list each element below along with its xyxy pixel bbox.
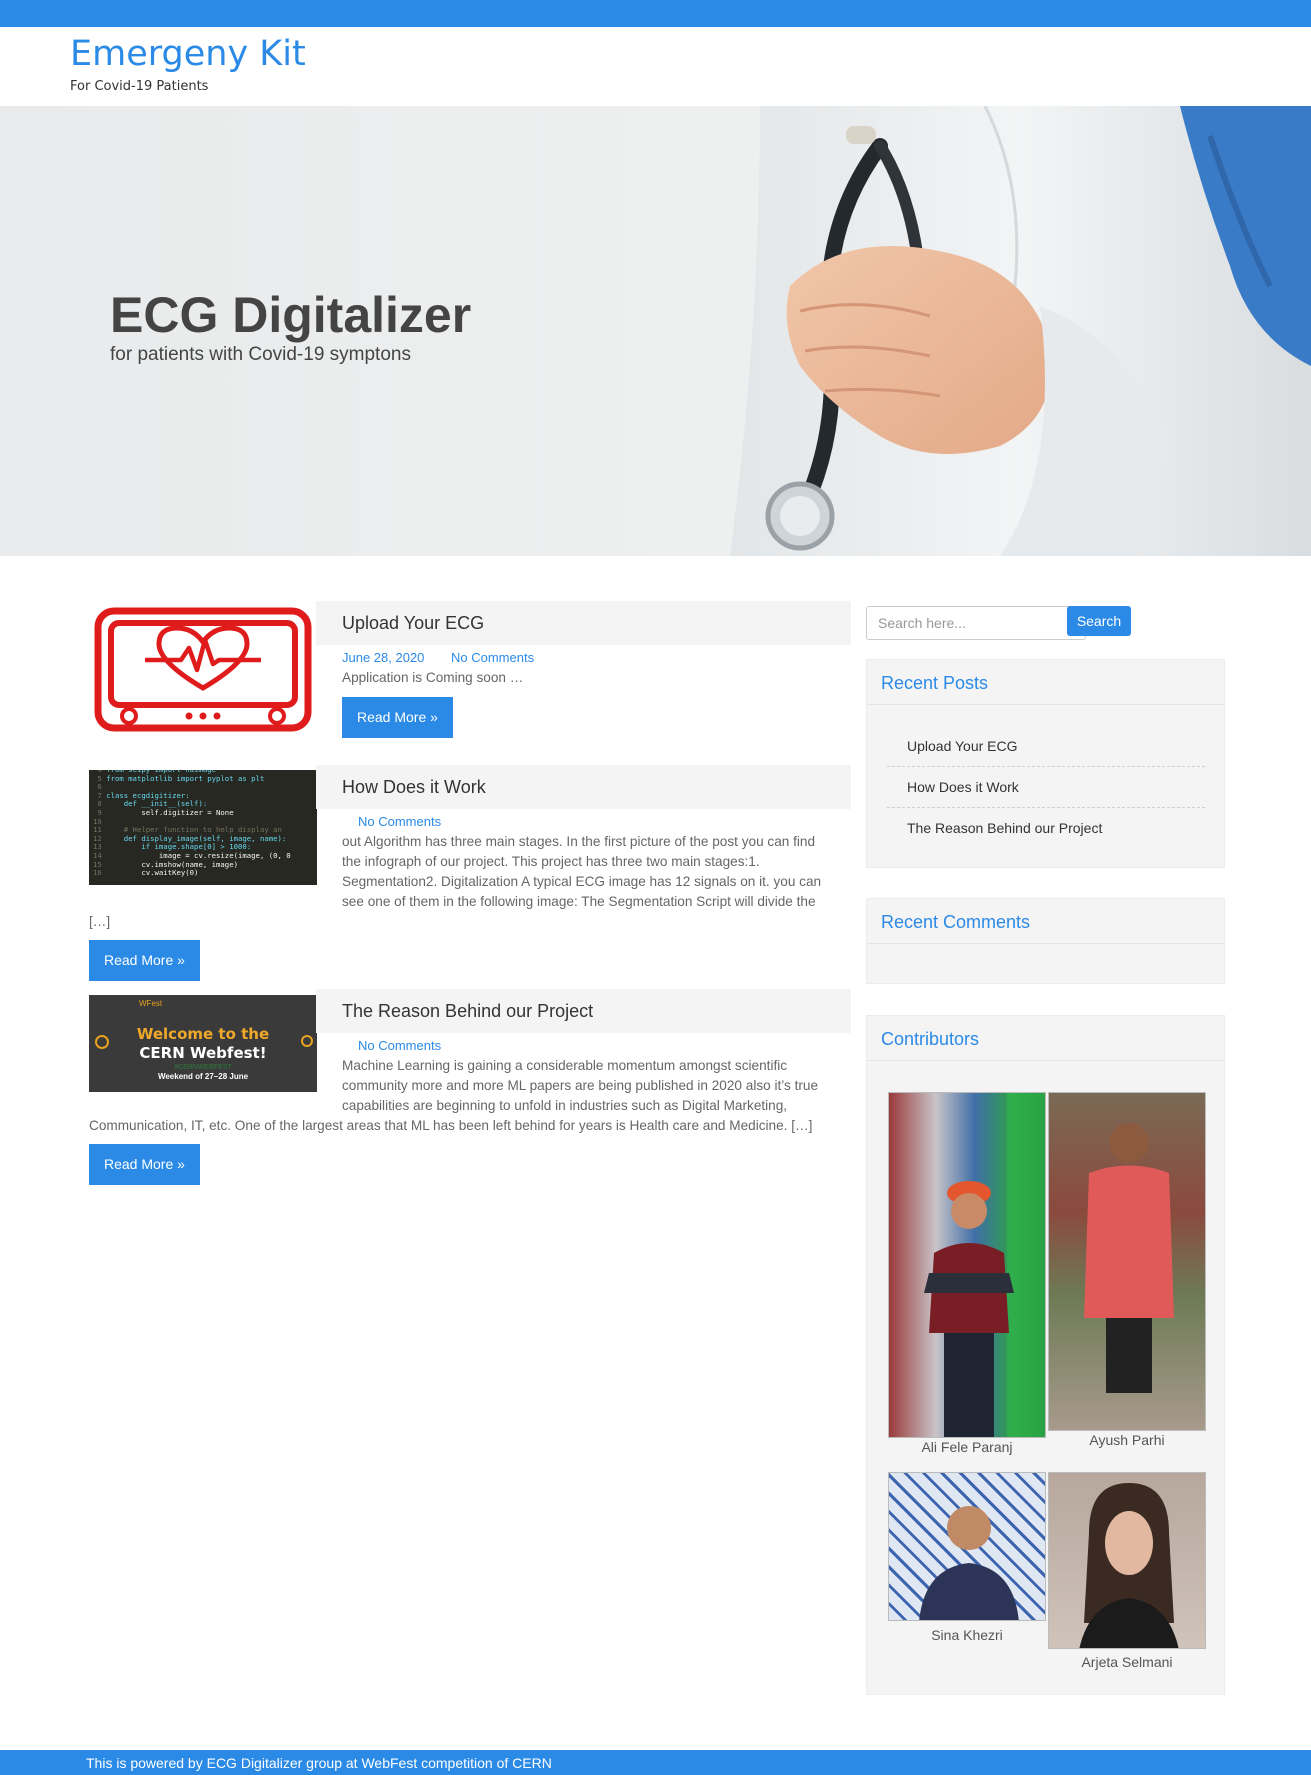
contributor-name: Sina Khezri [931, 1627, 1003, 1643]
search-input[interactable] [866, 606, 1086, 640]
site-tagline: For Covid-19 Patients [70, 79, 209, 94]
post-title-bar: How Does it Work [316, 765, 851, 809]
footer: This is powered by ECG Digitalizer group… [0, 1750, 1311, 1775]
person-silhouette-icon [919, 1506, 1019, 1620]
widget-header: Recent Posts [867, 660, 1224, 705]
person-silhouette-icon [1079, 1483, 1179, 1648]
contributor-name: Ali Fele Paranj [921, 1439, 1013, 1455]
read-more-button[interactable]: Read More » [89, 940, 200, 981]
read-more-button[interactable]: Read More » [89, 1144, 200, 1185]
contributor-name: Arjeta Selmani [1081, 1654, 1173, 1670]
post-excerpt: Machine Learning is gaining a considerab… [342, 1056, 842, 1116]
divider [887, 807, 1205, 808]
footer-text: This is powered by ECG Digitalizer group… [86, 1755, 552, 1771]
excerpt-line: capabilities are beginning to unfold in … [342, 1098, 788, 1113]
post-comments-link[interactable]: No Comments [358, 1038, 441, 1053]
post-title-bar: The Reason Behind our Project [316, 989, 851, 1033]
post-title[interactable]: The Reason Behind our Project [342, 1001, 593, 1022]
excerpt-last-line: Communication, IT, etc. One of the large… [89, 1118, 813, 1133]
person-silhouette-icon [924, 1093, 1045, 1437]
excerpt-line: Segmentation2. Digitalization A typical … [342, 874, 822, 889]
post-comments-link[interactable]: No Comments [451, 650, 534, 665]
excerpt-ellipsis: […] [89, 914, 111, 929]
contributor-name: Ayush Parhi [1089, 1432, 1165, 1448]
ecg-monitor-icon[interactable] [89, 602, 317, 740]
excerpt-line: the infograph of our project. This proje… [342, 854, 760, 869]
banner-date: Weekend of 27–28 June [157, 1072, 249, 1081]
post-date[interactable]: June 28, 2020 [342, 650, 424, 665]
recent-posts-title: Recent Posts [881, 673, 989, 693]
excerpt-line: out Algorithm has three main stages. In … [342, 834, 816, 849]
post-excerpt: out Algorithm has three main stages. In … [342, 832, 842, 912]
widget-header: Recent Comments [867, 899, 1224, 944]
recent-posts-widget: Recent Posts Upload Your ECG How Does it… [866, 659, 1225, 868]
excerpt-line: community more and more ML papers are be… [342, 1078, 819, 1093]
post-title-bar: Upload Your ECG [316, 601, 851, 645]
excerpt-line: Machine Learning is gaining a considerab… [342, 1058, 788, 1073]
code-line: 5 from matplotlib import pyplot as plt [93, 773, 291, 784]
code-snippet: 4 from scipy import ndimage 5 from matpl… [93, 770, 291, 878]
excerpt-line: see one of them in the following image: … [342, 894, 816, 909]
code-line-text: self.digitizer = None [106, 807, 234, 817]
post-comments-link[interactable]: No Comments [358, 814, 441, 829]
search-button[interactable]: Search [1067, 606, 1131, 636]
banner-top-text: WFest [139, 999, 163, 1008]
hero-banner: ECG Digitalizer for patients with Covid-… [0, 106, 1311, 556]
code-line: 9 self.digitizer = None [93, 807, 291, 818]
top-accent-bar [0, 0, 1311, 27]
banner-cern-webfest: CERN Webfest! [139, 1044, 267, 1062]
post-title[interactable]: How Does it Work [342, 777, 486, 798]
site-title[interactable]: Emergeny Kit [70, 34, 306, 74]
post-excerpt: Application is Coming soon … [342, 670, 524, 685]
read-more-button[interactable]: Read More » [342, 697, 453, 738]
recent-comments-title: Recent Comments [881, 912, 1031, 932]
recent-post-link[interactable]: Upload Your ECG [907, 738, 1018, 754]
contributor-photo[interactable] [888, 1472, 1046, 1621]
code-line-text: cv.waitKey(0) [106, 868, 199, 878]
banner-hashtag: #CERNWEBFEST [174, 1064, 232, 1071]
recent-post-link[interactable]: The Reason Behind our Project [907, 820, 1102, 836]
hero-title: ECG Digitalizer [110, 287, 472, 343]
post-title[interactable]: Upload Your ECG [342, 613, 484, 634]
widget-header: Contributors [867, 1016, 1224, 1061]
cern-webfest-banner[interactable]: WFest Welcome to the CERN Webfest! #CERN… [89, 995, 317, 1092]
contributor-photo[interactable] [888, 1092, 1046, 1438]
recent-comments-widget: Recent Comments [866, 898, 1225, 984]
contributors-widget: Contributors Ali Fele Paranj Ayush Parhi… [866, 1015, 1225, 1695]
banner-welcome: Welcome to the [136, 1025, 270, 1043]
divider [887, 766, 1205, 767]
code-line-number: 16 [93, 868, 107, 878]
code-line-text: from matplotlib import pyplot as plt [106, 773, 265, 783]
code-screenshot-thumbnail[interactable]: 4 from scipy import ndimage 5 from matpl… [89, 770, 317, 885]
hero-subtitle: for patients with Covid-19 symptons [110, 344, 411, 365]
contributors-title: Contributors [881, 1029, 980, 1049]
person-silhouette-icon [1084, 1123, 1174, 1393]
code-line: 16 cv.waitKey(0) [93, 868, 291, 878]
contributor-photo[interactable] [1048, 1472, 1206, 1649]
recent-post-link[interactable]: How Does it Work [907, 779, 1019, 795]
contributor-photo[interactable] [1048, 1092, 1206, 1431]
